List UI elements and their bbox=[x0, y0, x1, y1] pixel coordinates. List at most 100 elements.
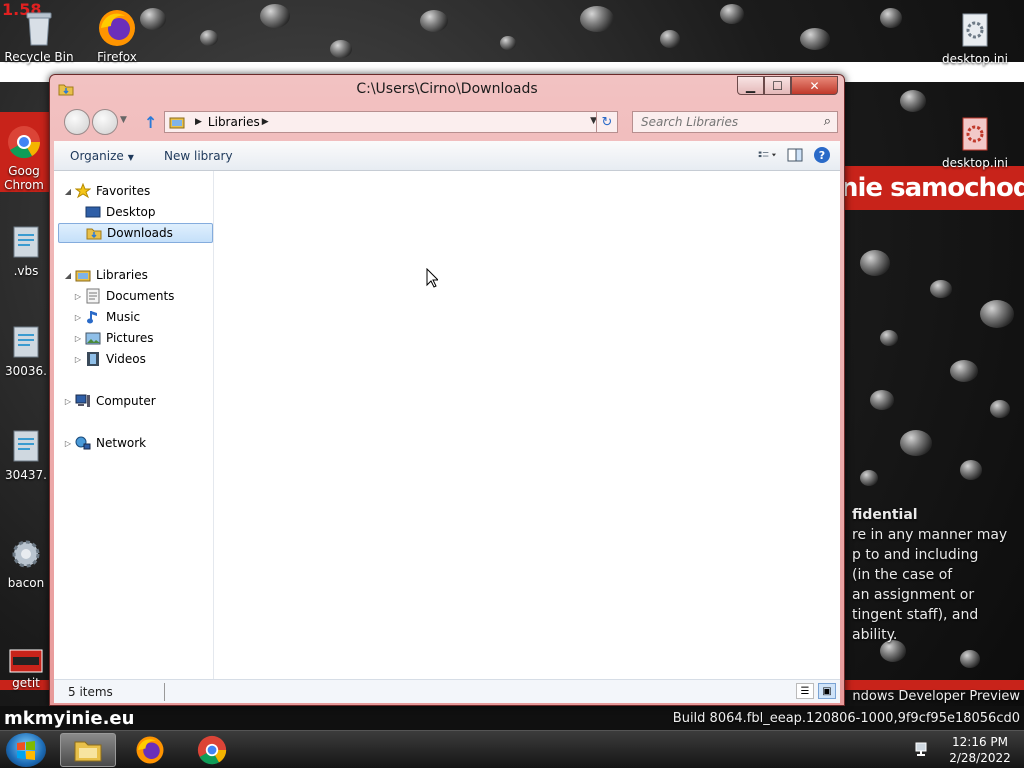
file-list-pane[interactable] bbox=[215, 171, 840, 679]
status-divider bbox=[164, 683, 165, 701]
status-bar: 5 items ☰ ▣ bbox=[54, 679, 840, 703]
network-tray-icon[interactable] bbox=[914, 741, 932, 757]
up-arrow-icon[interactable]: ↑ bbox=[144, 113, 157, 132]
downloads-folder-icon bbox=[85, 225, 103, 241]
desktop-icon-label: 30437. bbox=[5, 468, 47, 482]
nav-computer[interactable]: ▷ Computer bbox=[62, 391, 156, 411]
large-icons-view-button[interactable]: ▣ bbox=[818, 683, 836, 699]
expanded-triangle-icon[interactable]: ◢ bbox=[62, 187, 74, 196]
desktop-icon-getit[interactable]: getit bbox=[4, 648, 48, 690]
desktop-icon-chrome[interactable]: Goog Chrom bbox=[0, 122, 52, 192]
config-file-icon bbox=[955, 10, 995, 50]
chevron-down-icon: ▼ bbox=[127, 153, 134, 162]
desktop-icon-label: bacon bbox=[7, 576, 45, 590]
collapsed-triangle-icon[interactable]: ▷ bbox=[72, 355, 84, 364]
clock-time: 12:16 PM bbox=[952, 735, 1008, 749]
taskbar-firefox-button[interactable] bbox=[122, 733, 178, 767]
nav-libraries-music[interactable]: ▷ Music bbox=[72, 307, 140, 327]
desktop-icon-label: .vbs bbox=[13, 264, 39, 278]
command-bar: Organize ▼ New library ? bbox=[54, 141, 840, 171]
collapsed-triangle-icon[interactable]: ▷ bbox=[72, 313, 84, 322]
collapsed-triangle-icon[interactable]: ▷ bbox=[72, 334, 84, 343]
window-titlebar[interactable]: C:\Users\Cirno\Downloads ▁ ☐ ✕ bbox=[50, 75, 844, 103]
recent-pages-chevron-icon[interactable]: ▼ bbox=[120, 115, 127, 125]
nav-favorites-downloads[interactable]: Downloads bbox=[58, 223, 213, 243]
minimize-button[interactable]: ▁ bbox=[737, 76, 764, 95]
change-view-button[interactable] bbox=[758, 147, 776, 163]
confidential-line: fidential bbox=[852, 507, 918, 523]
taskbar-chrome-button[interactable] bbox=[184, 733, 240, 767]
desktop-banner-text: nie samochodow bbox=[840, 166, 1024, 210]
documents-icon bbox=[84, 288, 102, 304]
window-title: C:\Users\Cirno\Downloads bbox=[356, 81, 538, 97]
config-file-icon bbox=[955, 114, 995, 154]
explorer-folder-icon bbox=[74, 741, 102, 762]
desktop-icon-label: 30036. bbox=[5, 364, 47, 378]
nav-libraries-videos[interactable]: ▷ Videos bbox=[72, 349, 146, 369]
nav-label: Libraries bbox=[96, 268, 148, 282]
search-icon[interactable]: ⌕ bbox=[824, 114, 831, 129]
nav-favorites-desktop[interactable]: Desktop bbox=[72, 202, 202, 222]
desktop-icon-30036[interactable]: 30036. bbox=[4, 322, 48, 378]
desktop-icon-label: Goog Chrom bbox=[4, 164, 44, 192]
desktop-icon-bacon[interactable]: bacon bbox=[4, 534, 48, 590]
organize-button[interactable]: Organize ▼ bbox=[70, 149, 134, 163]
chrome-icon bbox=[197, 735, 227, 765]
desktop-icon-desktop-ini-2[interactable]: desktop.ini bbox=[940, 114, 1010, 170]
refresh-button[interactable]: ↻ bbox=[596, 111, 618, 133]
desktop-icon-label: Recycle Bin bbox=[4, 50, 74, 64]
mouse-pointer-icon bbox=[426, 268, 438, 288]
preview-pane-button[interactable] bbox=[786, 147, 804, 163]
collapsed-triangle-icon[interactable]: ▷ bbox=[62, 439, 74, 448]
desktop-icon-label: desktop.ini bbox=[942, 52, 1008, 66]
desktop-icon-firefox[interactable]: Firefox bbox=[82, 8, 152, 64]
item-count: 5 items bbox=[68, 685, 113, 699]
details-view-button[interactable]: ☰ bbox=[796, 683, 814, 699]
taskbar-clock[interactable]: 12:16 PM 2/28/2022 bbox=[940, 734, 1020, 766]
maximize-button[interactable]: ☐ bbox=[764, 76, 791, 95]
nav-libraries-pictures[interactable]: ▷ Pictures bbox=[72, 328, 154, 348]
taskbar-explorer-button[interactable] bbox=[60, 733, 116, 767]
desktop-icon-vbs[interactable]: .vbs bbox=[4, 222, 48, 278]
nav-favorites[interactable]: ◢ Favorites bbox=[62, 181, 150, 201]
address-bar[interactable]: ▶ Libraries ▶ ▼ bbox=[164, 111, 602, 133]
nav-libraries[interactable]: ◢ Libraries bbox=[62, 265, 148, 285]
desktop-icon-desktop-ini-1[interactable]: desktop.ini bbox=[940, 10, 1010, 66]
preview-pane-icon bbox=[787, 148, 803, 162]
desktop-icon-label: desktop.ini bbox=[942, 156, 1008, 170]
breadcrumb-libraries[interactable]: Libraries bbox=[208, 115, 260, 129]
desktop-icon-recycle-bin[interactable]: Recycle Bin bbox=[4, 8, 74, 64]
windows-logo-icon bbox=[17, 741, 35, 760]
help-button[interactable]: ? bbox=[814, 147, 830, 163]
start-button[interactable] bbox=[6, 733, 46, 767]
firefox-icon bbox=[97, 8, 137, 48]
image-file-icon bbox=[6, 648, 46, 674]
recycle-bin-icon bbox=[19, 8, 59, 48]
collapsed-triangle-icon[interactable]: ▷ bbox=[62, 397, 74, 406]
close-button[interactable]: ✕ bbox=[791, 76, 838, 95]
confidential-line: ability. bbox=[852, 627, 898, 643]
nav-label: Network bbox=[96, 436, 147, 450]
help-icon: ? bbox=[818, 148, 826, 162]
breadcrumb-separator-icon[interactable]: ▶ bbox=[262, 117, 269, 127]
confidential-line: (in the case of bbox=[852, 567, 953, 583]
confidential-line: re in any manner may bbox=[852, 527, 1008, 543]
nav-libraries-documents[interactable]: ▷ Documents bbox=[72, 286, 174, 306]
search-input[interactable] bbox=[633, 112, 813, 132]
back-button[interactable] bbox=[64, 109, 90, 135]
nav-network[interactable]: ▷ Network bbox=[62, 433, 146, 453]
desktop-icon-30437[interactable]: 30437. bbox=[4, 426, 48, 482]
breadcrumb-separator-icon[interactable]: ▶ bbox=[195, 117, 202, 127]
search-box[interactable]: ⌕ bbox=[632, 111, 838, 133]
expanded-triangle-icon[interactable]: ◢ bbox=[62, 271, 74, 280]
network-icon bbox=[74, 435, 92, 451]
nav-label: Documents bbox=[106, 289, 175, 303]
script-file-icon bbox=[6, 222, 46, 262]
large-icons-view-icon: ▣ bbox=[822, 685, 832, 697]
new-library-button[interactable]: New library bbox=[164, 149, 233, 163]
explorer-window[interactable]: C:\Users\Cirno\Downloads ▁ ☐ ✕ ▼ ↑ ▶ Lib… bbox=[49, 74, 845, 706]
organize-label: Organize bbox=[70, 149, 124, 163]
pictures-icon bbox=[84, 330, 102, 346]
forward-button[interactable] bbox=[92, 109, 118, 135]
collapsed-triangle-icon[interactable]: ▷ bbox=[72, 292, 84, 301]
